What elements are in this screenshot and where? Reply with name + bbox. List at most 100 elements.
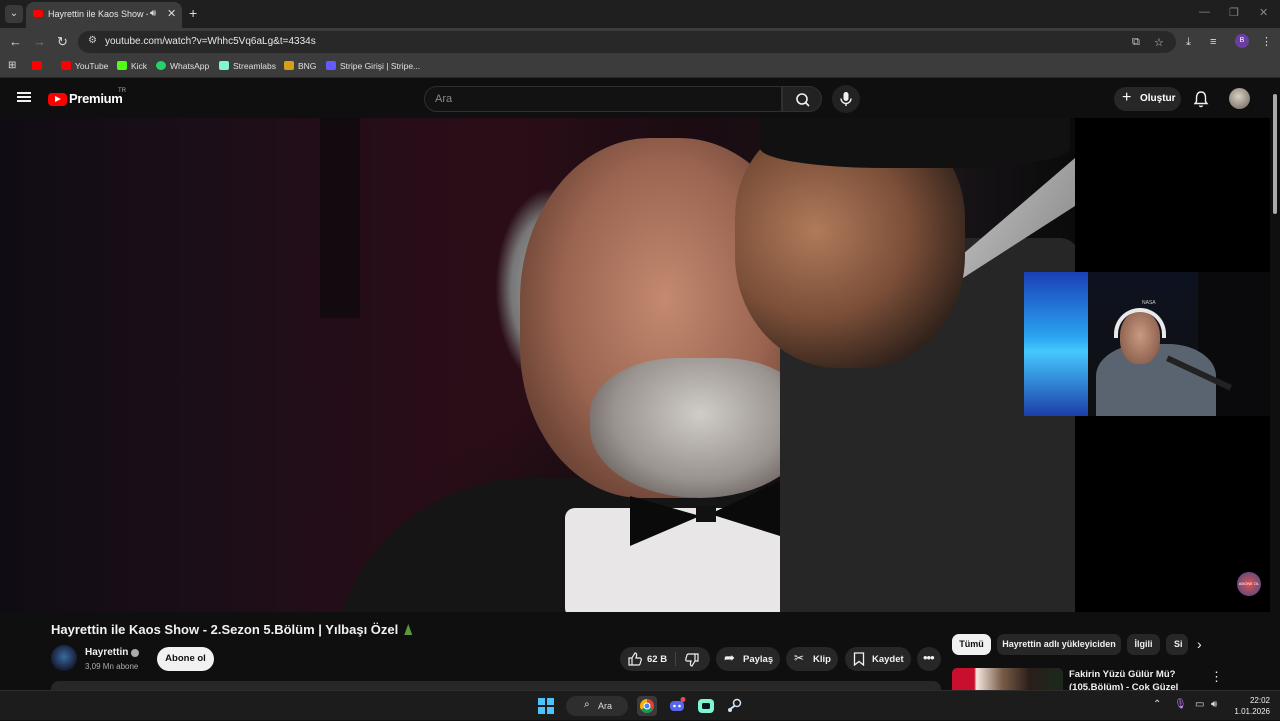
taskbar-search[interactable]: ⌕ Ara [566, 696, 628, 716]
forward-arrow-icon[interactable]: → [33, 34, 46, 49]
search-button[interactable] [782, 86, 822, 112]
media-control-icon[interactable]: ≡ [1210, 36, 1216, 48]
share-button[interactable]: ➦ Paylaş [716, 647, 780, 671]
browser-tab-strip: ⌄ Hayrettin ile Kaos Show - 2 🔊︎ ✕ + — ❐… [0, 0, 1280, 28]
create-button[interactable]: + Oluştur [1114, 87, 1181, 111]
subscribe-watermark-badge[interactable]: ABONE OL [1237, 572, 1261, 596]
share-label: Paylaş [743, 654, 774, 665]
steam-taskbar-app[interactable] [724, 696, 744, 716]
speaker-icon[interactable]: 🔊︎ [150, 8, 156, 19]
clip-label: Klip [813, 654, 831, 665]
guide-menu-icon[interactable] [17, 92, 31, 102]
scrollbar-thumb[interactable] [1273, 94, 1277, 214]
channel-avatar[interactable] [51, 645, 77, 671]
bookmarks-bar: ⊞ YouTube Kick WhatsApp Streamlabs BNG S… [0, 56, 1280, 78]
bookmark-whatsapp[interactable]: WhatsApp [156, 61, 209, 71]
site-info-icon[interactable]: ⚙ [88, 35, 97, 46]
taskbar-clock[interactable]: 22:02 1.01.2026 [1232, 695, 1270, 717]
browser-toolbar: ← → ↻ ⚙ youtube.com/watch?v=Whhc5Vq6aLg&… [0, 28, 1280, 56]
bookmark-youtube[interactable]: YouTube [61, 61, 108, 71]
bookmark-bng[interactable]: BNG [284, 61, 316, 71]
recommended-title[interactable]: Fakirin Yüzü Gülür Mü? (105.Bölüm) - Çok… [1069, 668, 1179, 690]
plus-icon: + [1122, 89, 1132, 106]
profile-avatar[interactable]: B [1235, 34, 1249, 48]
youtube-masthead: Premium TR + Oluştur [0, 80, 1280, 118]
chip-from-uploader[interactable]: Hayrettin adlı yükleyiciden [997, 634, 1121, 655]
new-tab-button[interactable]: + [189, 5, 197, 21]
recommended-thumbnail[interactable] [952, 668, 1063, 690]
search-input[interactable] [435, 93, 765, 105]
save-label: Kaydet [872, 654, 904, 665]
channel-name[interactable]: Hayrettin [85, 647, 128, 658]
more-horizontal-icon: ••• [923, 650, 935, 665]
voice-search-button[interactable] [832, 85, 860, 113]
chip-related[interactable]: İlgili [1127, 634, 1160, 655]
like-icon[interactable] [627, 651, 643, 667]
tray-volume-icon[interactable]: 🔊︎ [1211, 699, 1217, 710]
page-scrollbar[interactable] [1270, 80, 1280, 690]
maximize-window-button[interactable]: ❐ [1229, 6, 1239, 19]
account-avatar[interactable] [1229, 88, 1250, 109]
discord-icon [670, 697, 686, 711]
youtube-favicon-icon [33, 10, 43, 17]
like-count[interactable]: 62 B [647, 654, 667, 665]
dislike-icon[interactable] [684, 652, 700, 668]
christmas-tree-icon [404, 624, 413, 635]
discord-taskbar-app[interactable] [667, 696, 687, 716]
tab-close-button[interactable]: ✕ [167, 7, 176, 20]
subscriber-count: 3,09 Mn abone [85, 662, 139, 671]
bookmark-star-icon[interactable]: ☆ [1154, 36, 1164, 49]
chip-all[interactable]: Tümü [952, 634, 991, 655]
more-actions-button[interactable]: ••• [917, 647, 941, 671]
tab-title: Hayrettin ile Kaos Show - 2 [48, 9, 148, 19]
recommended-more-icon[interactable]: ⋮ [1210, 669, 1223, 685]
download-icon[interactable]: ⤓ [1186, 36, 1191, 49]
tab-search-menu-button[interactable]: ⌄ [5, 5, 23, 23]
save-bookmark-icon [853, 652, 865, 666]
minimize-window-button[interactable]: — [1199, 6, 1210, 18]
microphone-icon [840, 92, 852, 106]
chrome-menu-icon[interactable]: ⋮ [1261, 35, 1272, 48]
close-window-button[interactable]: ✕ [1259, 6, 1268, 19]
youtube-logo-icon[interactable] [48, 93, 67, 106]
like-divider [675, 652, 676, 666]
subscribe-button[interactable]: Abone ol [157, 647, 214, 671]
reload-icon[interactable]: ↻ [57, 34, 68, 50]
windows-start-icon[interactable] [538, 698, 554, 714]
tray-expand-icon[interactable]: ⌃ [1153, 699, 1161, 710]
cast-icon[interactable]: ⧉ [1132, 36, 1140, 49]
chrome-taskbar-app[interactable] [637, 696, 657, 716]
like-dislike-group: 62 B [620, 647, 710, 671]
search-box [424, 86, 782, 112]
clock-date: 1.01.2026 [1234, 707, 1270, 716]
taskbar-search-icon: ⌕ [584, 699, 590, 710]
address-bar[interactable]: ⚙ youtube.com/watch?v=Whhc5Vq6aLg&t=4334… [78, 31, 1176, 53]
bookmark-stripe[interactable]: Stripe Girişi | Stripe... [326, 61, 420, 71]
bookmark-kick[interactable]: Kick [117, 61, 147, 71]
streamlabs-taskbar-app[interactable] [696, 696, 716, 716]
verified-badge-icon [131, 649, 139, 657]
clip-button[interactable]: ✂ Klip [786, 647, 838, 671]
notifications-bell-icon[interactable] [1193, 90, 1209, 108]
bookmark-streamlabs[interactable]: Streamlabs [219, 61, 276, 71]
bookmark-youtube-icon-only[interactable] [32, 61, 46, 71]
address-url[interactable]: youtube.com/watch?v=Whhc5Vq6aLg&t=4334s [105, 36, 316, 47]
save-button[interactable]: Kaydet [845, 647, 911, 671]
browser-tab-active[interactable]: Hayrettin ile Kaos Show - 2 🔊︎ ✕ [26, 2, 182, 28]
share-arrow-icon: ➦ [724, 650, 735, 665]
taskbar-search-label: Ara [598, 701, 613, 711]
youtube-premium-logo[interactable]: Premium [69, 91, 123, 106]
video-frame-shadow [320, 118, 360, 318]
windows-taskbar: ⌕ Ara ⌃ 🎙︎ ▭ 🔊︎ 22:02 1.01.2026 [0, 690, 1280, 720]
video-frame-second-hair [760, 118, 1070, 168]
video-title: Hayrettin ile Kaos Show - 2.Sezon 5.Bölü… [51, 622, 413, 637]
tray-network-icon[interactable]: ▭ [1195, 699, 1204, 710]
chrome-icon [640, 699, 654, 713]
chip-partial[interactable]: Si [1166, 634, 1188, 655]
back-arrow-icon[interactable]: ← [9, 34, 22, 49]
streamlabs-icon [698, 699, 714, 713]
bowtie-shape [630, 476, 790, 546]
apps-grid-icon[interactable]: ⊞ [8, 60, 16, 71]
tray-mic-icon[interactable]: 🎙︎ [1174, 699, 1187, 710]
chevron-right-icon[interactable]: › [1197, 636, 1202, 652]
